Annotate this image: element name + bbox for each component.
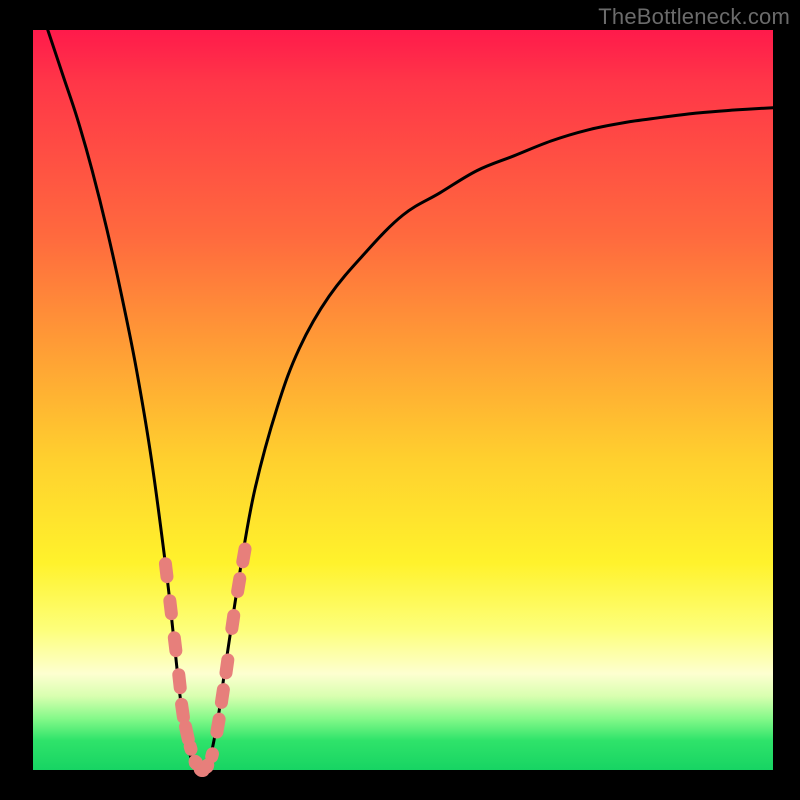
curve-marker <box>172 668 188 695</box>
curve-marker <box>158 557 174 584</box>
curve-marker <box>235 541 252 569</box>
chart-frame: TheBottleneck.com <box>0 0 800 800</box>
curve-marker <box>200 759 214 773</box>
watermark-text: TheBottleneck.com <box>598 4 790 30</box>
plot-area <box>33 30 773 770</box>
curve-marker <box>224 608 241 636</box>
curve-marker <box>163 594 179 621</box>
curve-marker <box>174 697 191 725</box>
curve-marker <box>230 571 247 599</box>
curve-markers <box>158 541 252 778</box>
bottleneck-curve <box>48 30 773 773</box>
curve-marker <box>214 682 231 710</box>
curve-marker <box>167 631 183 658</box>
curve-marker <box>209 712 226 740</box>
curve-svg <box>33 30 773 770</box>
curve-marker <box>219 653 235 681</box>
